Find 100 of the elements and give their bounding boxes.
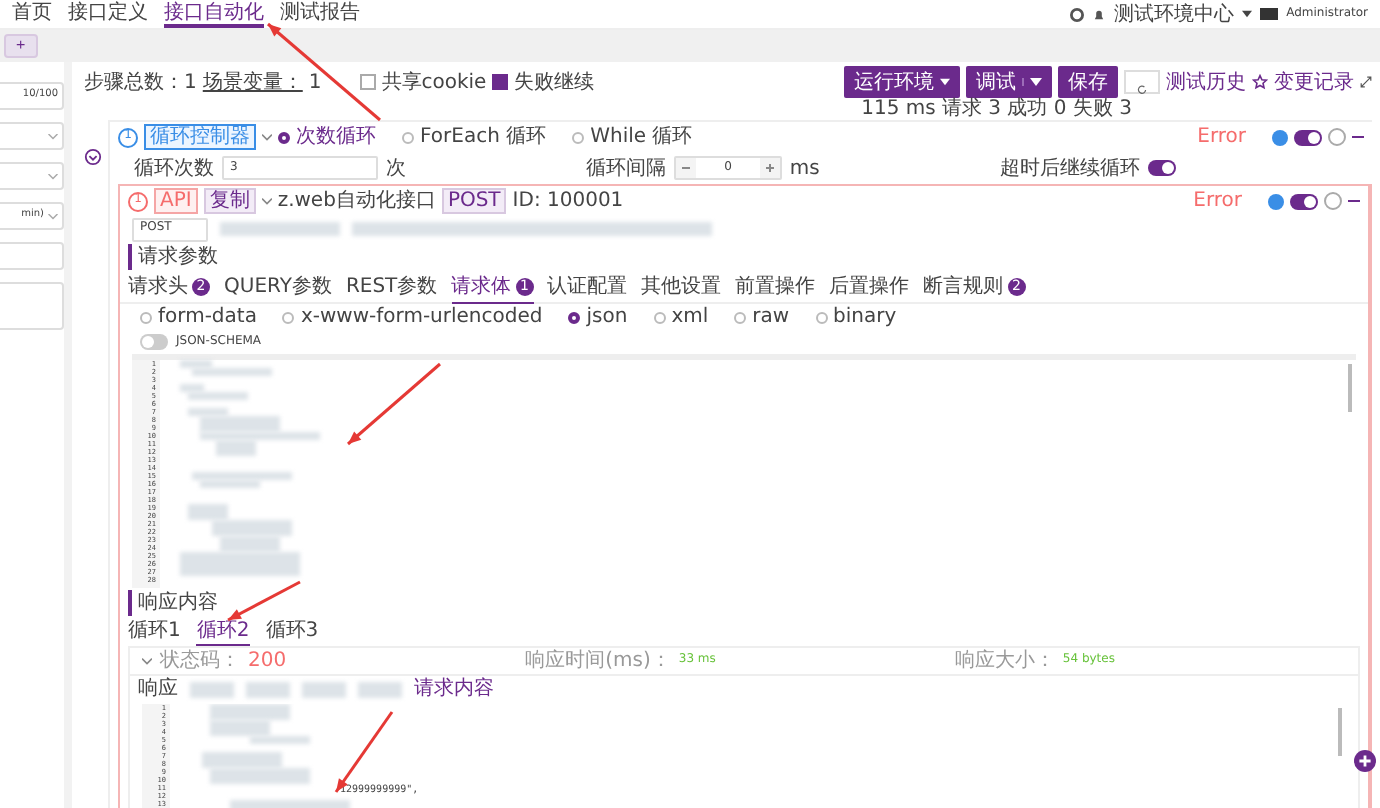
radio-button[interactable] xyxy=(572,131,585,143)
radio-button[interactable] xyxy=(402,131,414,143)
radio-button[interactable] xyxy=(278,131,290,143)
toggle-switch[interactable] xyxy=(1147,160,1176,176)
annotation-arrow xyxy=(347,362,441,446)
field-label: 超时后继续循环 xyxy=(999,157,1140,179)
add-tab-button[interactable]: + xyxy=(4,34,38,58)
radio-label: While 循环 xyxy=(590,126,693,148)
blurred-text xyxy=(190,682,234,698)
avatar-icon xyxy=(1260,8,1279,20)
scrollbar[interactable] xyxy=(1338,708,1342,756)
radio-button[interactable] xyxy=(140,311,152,323)
blurred-text xyxy=(246,682,290,698)
info-icon xyxy=(1272,129,1288,145)
more-icon[interactable] xyxy=(1324,192,1342,210)
copy-tag: 复制 xyxy=(203,188,256,214)
blurred-text xyxy=(302,682,346,698)
minus-icon[interactable] xyxy=(682,164,691,172)
radio-button[interactable] xyxy=(815,311,828,323)
checkbox[interactable] xyxy=(359,74,376,90)
toggle-switch[interactable] xyxy=(1290,193,1318,209)
tab[interactable]: 认证配置 xyxy=(547,271,628,303)
expand-icon[interactable] xyxy=(1360,76,1372,88)
collapse-icon[interactable] xyxy=(84,148,102,166)
bell-icon[interactable] xyxy=(1092,7,1107,21)
info-icon xyxy=(1268,193,1284,209)
radio-label: form-data xyxy=(158,306,257,328)
tab[interactable]: 前置操作 xyxy=(735,271,816,303)
nav-tab[interactable]: 首页 xyxy=(12,0,52,28)
star-icon[interactable] xyxy=(1252,74,1268,90)
tab[interactable]: 其他设置 xyxy=(641,271,722,303)
field-label: 响应时间(ms)： xyxy=(525,650,671,672)
field-label: 循环间隔 xyxy=(586,157,667,179)
chevron-icon xyxy=(48,213,58,219)
toolbar-button[interactable]: 运行环境 xyxy=(844,66,960,98)
field-label: 循环次数 xyxy=(134,157,214,179)
blurred-text xyxy=(220,222,340,236)
tab[interactable]: QUERY参数 xyxy=(224,271,332,303)
changes-link[interactable]: 变更记录 xyxy=(1274,71,1354,93)
settings-icon[interactable] xyxy=(1070,7,1085,21)
step-type-tag: 循环控制器 xyxy=(144,124,256,150)
caret-icon[interactable] xyxy=(1022,78,1042,86)
section-title: 响应内容 xyxy=(138,592,218,614)
toggle-switch[interactable] xyxy=(140,334,168,350)
select-field[interactable] xyxy=(0,122,64,150)
blurred-text xyxy=(358,682,402,698)
chevron-icon xyxy=(48,133,58,139)
radio-label: json xyxy=(586,306,628,328)
radio-button[interactable] xyxy=(282,311,295,323)
checkbox-label: 共享cookie xyxy=(381,71,487,93)
radio-label: 次数循环 xyxy=(296,126,376,148)
checkbox[interactable] xyxy=(492,74,509,90)
scrollbar[interactable] xyxy=(1348,364,1352,412)
org-selector[interactable]: 测试环境中心 xyxy=(1114,3,1235,25)
toggle-switch[interactable] xyxy=(1294,129,1322,145)
step-id: ID: 100001 xyxy=(512,190,624,212)
radio-label: binary xyxy=(833,306,897,328)
variables-count: 1 xyxy=(308,71,322,93)
checkbox-label: 失败继续 xyxy=(514,71,595,93)
more-icon[interactable] xyxy=(1328,128,1346,146)
run-summary: 115 ms 请求 3 成功 0 失败 3 xyxy=(861,98,1132,120)
tab[interactable]: REST参数 xyxy=(345,271,438,303)
nav-tab[interactable]: 接口定义 xyxy=(68,0,148,28)
chevron-icon xyxy=(48,173,58,179)
select-field[interactable] xyxy=(0,162,64,190)
unit-label: ms xyxy=(789,157,820,179)
tab[interactable]: 后置操作 xyxy=(829,271,910,303)
toolbar-button[interactable]: 保存 xyxy=(1058,66,1118,98)
status-text: Error xyxy=(1193,190,1242,212)
toolbar-button[interactable]: 调试 xyxy=(966,66,1052,98)
field-label: 响应大小： xyxy=(954,650,1055,672)
radio-button[interactable] xyxy=(653,311,666,323)
history-link[interactable]: 测试历史 xyxy=(1166,71,1246,93)
tab[interactable]: 循环1 xyxy=(128,618,181,646)
variables-link[interactable]: 场景变量： xyxy=(202,71,303,93)
api-tag: API xyxy=(154,188,198,214)
tab[interactable]: 循环3 xyxy=(265,618,319,646)
status-code: 200 xyxy=(248,650,287,672)
section-title: 请求参数 xyxy=(138,246,218,268)
nav-tab[interactable]: 测试报告 xyxy=(280,0,360,28)
tab[interactable]: 响应 xyxy=(138,675,178,705)
radio-button[interactable] xyxy=(734,311,747,323)
step-name: z.web自动化接口 xyxy=(277,190,436,212)
refresh-button[interactable] xyxy=(1124,70,1160,94)
status-text: Error xyxy=(1197,126,1246,148)
field-label: 状态码： xyxy=(160,650,240,672)
caret-icon xyxy=(940,78,950,86)
refresh-icon xyxy=(1136,84,1148,96)
annotation-arrow xyxy=(227,580,301,622)
caret-icon[interactable] xyxy=(1242,10,1253,18)
radio-button[interactable] xyxy=(568,311,581,323)
radio-label: x-www-form-urlencoded xyxy=(300,306,543,328)
steps-label: 步骤总数：1 xyxy=(84,71,197,93)
plus-icon[interactable] xyxy=(765,164,774,172)
method-tag: POST xyxy=(441,188,507,214)
unit-label: 次 xyxy=(386,157,406,179)
radio-label: ForEach 循环 xyxy=(420,126,547,148)
add-button[interactable] xyxy=(1354,750,1376,772)
radio-label: xml xyxy=(671,306,709,328)
input-field[interactable] xyxy=(0,242,64,270)
